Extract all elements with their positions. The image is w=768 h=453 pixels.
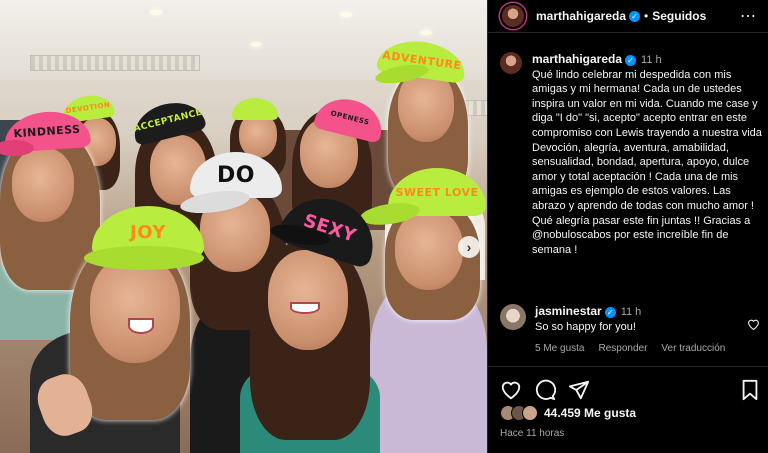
caption-text: Qué lindo celebrar mi despedida con mis … bbox=[532, 68, 762, 256]
ceiling-light bbox=[150, 10, 162, 15]
more-options-icon[interactable]: ⋯ bbox=[740, 6, 757, 26]
carousel-next-icon[interactable]: › bbox=[458, 236, 480, 258]
ceiling-light bbox=[250, 42, 262, 47]
comment-time: 11 h bbox=[620, 306, 642, 318]
reply-button[interactable]: Responder bbox=[598, 343, 647, 354]
heart-icon[interactable] bbox=[500, 379, 522, 401]
save-icon[interactable] bbox=[740, 379, 762, 401]
verified-icon: ✓ bbox=[629, 10, 641, 22]
air-vent bbox=[30, 55, 200, 71]
comment-text: So so happy for you! bbox=[535, 321, 636, 333]
comment-likes[interactable]: 5 Me gusta bbox=[535, 343, 584, 354]
caption-text-block: marthahigareda ✓ 11 h Qué lindo celebrar m… bbox=[532, 52, 762, 257]
comment-username[interactable]: jasminestar bbox=[535, 304, 602, 318]
follow-status-button[interactable]: Seguidos bbox=[652, 9, 706, 23]
avatar[interactable] bbox=[500, 3, 526, 29]
avatar[interactable] bbox=[500, 304, 526, 330]
avatar bbox=[522, 405, 538, 421]
posted-time: Hace 11 horas bbox=[500, 428, 565, 439]
comment-text-block: jasminestar ✓ 11 h So so happy for you! bbox=[535, 304, 641, 335]
share-icon[interactable] bbox=[568, 379, 590, 401]
translate-button[interactable]: Ver traducción bbox=[661, 343, 725, 354]
caption: marthahigareda ✓ 11 h Qué lindo celebrar m… bbox=[500, 52, 762, 257]
comment-like-icon[interactable] bbox=[747, 318, 760, 333]
comment-icon[interactable] bbox=[534, 379, 557, 401]
avatar[interactable] bbox=[500, 52, 522, 74]
post-header: marthahigareda ✓ • Seguidos ⋯ bbox=[488, 0, 768, 33]
caption-time: 11 h bbox=[641, 54, 662, 66]
post-side-panel: marthahigareda ✓ • Seguidos ⋯ marthahiga… bbox=[487, 0, 768, 453]
caption-username[interactable]: marthahigareda bbox=[532, 52, 622, 66]
header-username[interactable]: marthahigareda bbox=[536, 9, 626, 23]
comment-meta: 5 Me gusta Responder Ver traducción bbox=[535, 343, 725, 354]
comment: jasminestar ✓ 11 h So so happy for you! bbox=[500, 304, 762, 335]
verified-icon: ✓ bbox=[625, 54, 637, 66]
ceiling-light bbox=[340, 12, 352, 17]
separator-dot: • bbox=[644, 9, 649, 23]
ceiling-light bbox=[420, 30, 432, 35]
likes-count[interactable]: 44.459 Me gusta bbox=[544, 406, 636, 420]
post-photo[interactable]: DEVOTION ADVENTURE KINDNESS ACCEPTANCE O… bbox=[0, 0, 487, 453]
verified-icon: ✓ bbox=[604, 306, 616, 318]
likes-summary[interactable]: 44.459 Me gusta bbox=[500, 405, 636, 421]
